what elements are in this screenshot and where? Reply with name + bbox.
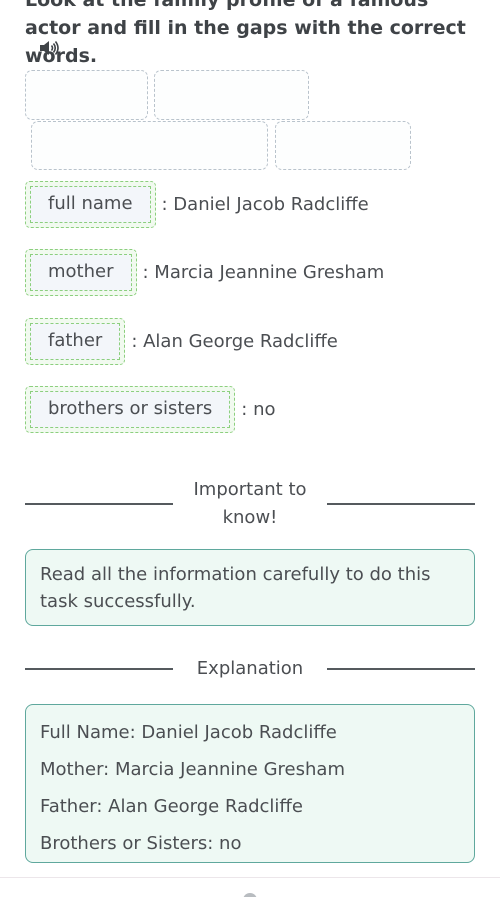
gap-row-mother: mother : Marcia Jeannine Gresham xyxy=(25,249,384,296)
important-heading: Important to know! xyxy=(193,479,307,528)
explanation-divider: Explanation xyxy=(25,655,475,683)
answer-chip[interactable]: father xyxy=(30,323,121,360)
explanation-line: Brothers or Sisters: no xyxy=(40,833,242,854)
gap-value: : Marcia Jeannine Gresham xyxy=(142,262,385,283)
important-divider: Important to know! xyxy=(25,476,475,532)
footer-separator xyxy=(0,877,500,878)
gap-value: : Daniel Jacob Radcliffe xyxy=(161,194,369,215)
word-bank-slot[interactable] xyxy=(275,121,411,170)
explanation-line: Father: Alan George Radcliffe xyxy=(40,796,303,817)
important-text: Read all the information carefully to do… xyxy=(40,564,431,612)
gap-value: : no xyxy=(241,399,276,420)
gap-row-father: father : Alan George Radcliffe xyxy=(25,318,338,365)
answer-gap[interactable]: father xyxy=(25,318,126,365)
answer-gap[interactable]: brothers or sisters xyxy=(25,386,236,433)
speaker-icon[interactable] xyxy=(38,39,60,57)
explanation-heading: Explanation xyxy=(196,658,304,679)
divider-line xyxy=(327,668,475,670)
word-bank-slot[interactable] xyxy=(31,121,268,170)
exercise-page: Look at the family profile of a famous a… xyxy=(0,0,500,897)
answer-chip[interactable]: brothers or sisters xyxy=(30,391,231,428)
answer-gap[interactable]: full name xyxy=(25,181,156,228)
gap-row-full-name: full name : Daniel Jacob Radcliffe xyxy=(25,181,369,228)
word-bank-slot[interactable] xyxy=(154,70,309,120)
explanation-line: Mother: Marcia Jeannine Gresham xyxy=(40,759,345,780)
answer-chip[interactable]: mother xyxy=(30,254,132,291)
word-bank-slot[interactable] xyxy=(25,70,148,120)
divider-line xyxy=(327,503,475,505)
gap-value: : Alan George Radcliffe xyxy=(131,331,338,352)
divider-line xyxy=(25,503,173,505)
explanation-box: Full Name: Daniel Jacob Radcliffe Mother… xyxy=(25,704,475,863)
gap-row-siblings: brothers or sisters : no xyxy=(25,386,276,433)
explanation-line: Full Name: Daniel Jacob Radcliffe xyxy=(40,722,337,743)
footer-icon[interactable] xyxy=(243,893,257,897)
answer-chip[interactable]: full name xyxy=(30,186,151,223)
task-instruction: Look at the family profile of a famous a… xyxy=(25,0,466,67)
divider-line xyxy=(25,668,173,670)
answer-gap[interactable]: mother xyxy=(25,249,137,296)
important-box: Read all the information carefully to do… xyxy=(25,549,475,626)
